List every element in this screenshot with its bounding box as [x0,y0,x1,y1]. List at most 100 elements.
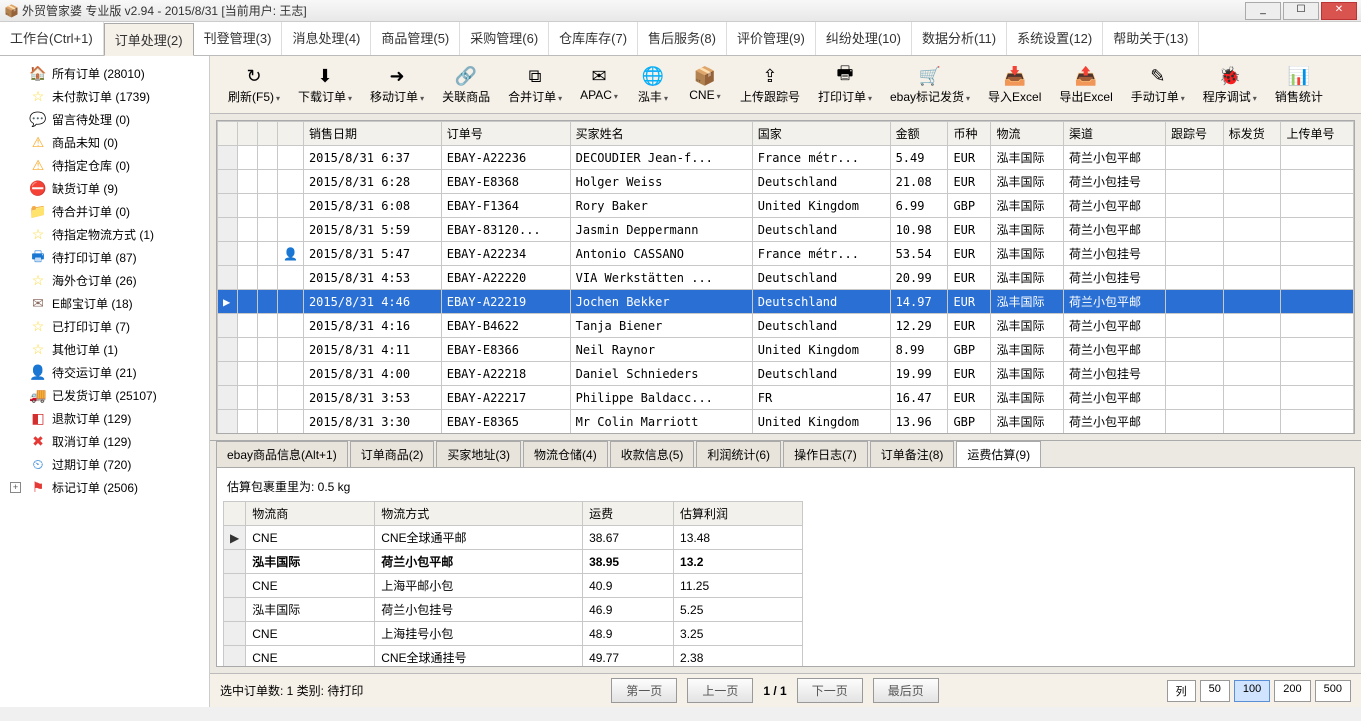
detail-tab-4[interactable]: 收款信息(5) [610,441,695,467]
toolbar-下载订单[interactable]: ⬇下载订单 [290,62,360,107]
next-page-button[interactable]: 下一页 [797,678,863,703]
pagesize-500[interactable]: 500 [1315,680,1351,702]
sidebar-item-11[interactable]: ☆已打印订单 (7) [0,315,209,338]
sidebar-item-15[interactable]: ◧退款订单 (129) [0,407,209,430]
ship-row[interactable]: CNECNE全球通挂号49.772.38 [224,646,803,668]
toolbar-打印订单[interactable]: 🖶打印订单 [810,62,880,107]
close-button[interactable]: ✕ [1321,2,1357,20]
table-row[interactable]: 2015/8/31 4:53EBAY-A22220VIA Werkstätten… [218,266,1354,290]
detail-tab-0[interactable]: ebay商品信息(Alt+1) [216,441,348,467]
table-row[interactable]: 2015/8/31 4:00EBAY-A22218Daniel Schniede… [218,362,1354,386]
toolbar-导出Excel[interactable]: 📤导出Excel [1051,62,1120,107]
toolbar-CNE[interactable]: 📦CNE [680,62,730,107]
toolbar-刷新(F5)[interactable]: ↻刷新(F5) [220,62,288,107]
last-page-button[interactable]: 最后页 [873,678,939,703]
table-row[interactable]: 2015/8/31 6:37EBAY-A22236DECOUDIER Jean-… [218,146,1354,170]
detail-tab-7[interactable]: 订单备注(8) [870,441,955,467]
grid-col[interactable]: 金额 [890,122,948,146]
ship-row[interactable]: CNE上海挂号小包48.93.25 [224,622,803,646]
table-row[interactable]: 2015/8/31 4:16EBAY-B4622Tanja BienerDeut… [218,314,1354,338]
toolbar-销售统计[interactable]: 📊销售统计 [1267,62,1331,107]
menu-tab-0[interactable]: 工作台(Ctrl+1) [0,22,104,55]
table-row[interactable]: 2015/8/31 6:28EBAY-E8368Holger WeissDeut… [218,170,1354,194]
ship-col[interactable]: 物流方式 [375,502,583,526]
tree-expand-icon[interactable]: + [10,482,21,493]
order-grid[interactable]: 销售日期订单号买家姓名国家金额币种物流渠道跟踪号标发货上传单号2015/8/31… [216,120,1355,434]
grid-col[interactable] [278,122,304,146]
menu-tab-10[interactable]: 数据分析(11) [912,22,1007,55]
sidebar-item-13[interactable]: 👤待交运订单 (21) [0,361,209,384]
toolbar-手动订单[interactable]: ✎手动订单 [1123,62,1193,107]
menu-tab-6[interactable]: 仓库库存(7) [549,22,638,55]
toolbar-泓丰[interactable]: 🌐泓丰 [628,62,678,107]
menu-tab-11[interactable]: 系统设置(12) [1007,22,1103,55]
table-row[interactable]: 👤2015/8/31 5:47EBAY-A22234Antonio CASSAN… [218,242,1354,266]
menu-tab-7[interactable]: 售后服务(8) [638,22,727,55]
sidebar-item-9[interactable]: ☆海外仓订单 (26) [0,269,209,292]
sidebar-item-12[interactable]: ☆其他订单 (1) [0,338,209,361]
sidebar-item-14[interactable]: 🚚已发货订单 (25107) [0,384,209,407]
grid-col[interactable] [258,122,278,146]
sidebar-item-17[interactable]: ⏲过期订单 (720) [0,453,209,476]
ship-col[interactable]: 估算利润 [674,502,803,526]
detail-tab-6[interactable]: 操作日志(7) [783,441,868,467]
table-row[interactable]: 2015/8/31 3:53EBAY-A22217Philippe Baldac… [218,386,1354,410]
grid-col[interactable]: 物流 [991,122,1064,146]
menu-tab-2[interactable]: 刊登管理(3) [194,22,283,55]
detail-tab-3[interactable]: 物流仓储(4) [523,441,608,467]
sidebar-item-1[interactable]: ☆未付款订单 (1739) [0,85,209,108]
grid-col[interactable]: 国家 [752,122,890,146]
table-row[interactable]: 2015/8/31 5:59EBAY-83120...Jasmin Depper… [218,218,1354,242]
sidebar-item-6[interactable]: 📁待合并订单 (0) [0,200,209,223]
menu-tab-5[interactable]: 采购管理(6) [460,22,549,55]
ship-row[interactable]: ▶CNECNE全球通平邮38.6713.48 [224,526,803,550]
toolbar-ebay标记发货[interactable]: 🛒ebay标记发货 [882,62,978,107]
grid-col[interactable]: 订单号 [441,122,570,146]
sidebar-item-10[interactable]: ✉E邮宝订单 (18) [0,292,209,315]
toolbar-导入Excel[interactable]: 📥导入Excel [980,62,1049,107]
first-page-button[interactable]: 第一页 [611,678,677,703]
grid-col[interactable]: 渠道 [1063,122,1165,146]
grid-col[interactable]: 跟踪号 [1165,122,1223,146]
toolbar-移动订单[interactable]: ➜移动订单 [362,62,432,107]
ship-col[interactable]: 物流商 [246,502,375,526]
toolbar-APAC[interactable]: ✉APAC [572,62,626,107]
grid-col[interactable]: 币种 [948,122,991,146]
pagesize-100[interactable]: 100 [1234,680,1270,702]
menu-tab-1[interactable]: 订单处理(2) [104,23,194,56]
detail-tab-5[interactable]: 利润统计(6) [696,441,781,467]
sidebar-item-7[interactable]: ☆待指定物流方式 (1) [0,223,209,246]
sidebar-item-2[interactable]: 💬留言待处理 (0) [0,108,209,131]
toolbar-关联商品[interactable]: 🔗关联商品 [434,62,498,107]
grid-col[interactable] [218,122,238,146]
maximize-button[interactable]: ☐ [1283,2,1319,20]
toolbar-上传跟踪号[interactable]: ⇪上传跟踪号 [732,62,808,107]
prev-page-button[interactable]: 上一页 [687,678,753,703]
table-row[interactable]: 2015/8/31 4:11EBAY-E8366Neil RaynorUnite… [218,338,1354,362]
sidebar-item-8[interactable]: 🖶待打印订单 (87) [0,246,209,269]
pagesize-50[interactable]: 50 [1200,680,1230,702]
menu-tab-8[interactable]: 评价管理(9) [727,22,816,55]
sidebar-item-0[interactable]: 🏠所有订单 (28010) [0,62,209,85]
detail-tab-1[interactable]: 订单商品(2) [350,441,435,467]
ship-row[interactable]: 泓丰国际荷兰小包挂号46.95.25 [224,598,803,622]
menu-tab-9[interactable]: 纠纷处理(10) [816,22,912,55]
grid-col[interactable]: 买家姓名 [570,122,752,146]
table-row[interactable]: 2015/8/31 3:18EBAY-F1363Edward GatheralU… [218,434,1354,435]
table-row[interactable]: ▶2015/8/31 4:46EBAY-A22219Jochen BekkerD… [218,290,1354,314]
sidebar-item-5[interactable]: ⛔缺货订单 (9) [0,177,209,200]
ship-row[interactable]: 泓丰国际荷兰小包平邮38.9513.2 [224,550,803,574]
detail-tab-2[interactable]: 买家地址(3) [436,441,521,467]
table-row[interactable]: 2015/8/31 6:08EBAY-F1364Rory BakerUnited… [218,194,1354,218]
grid-col[interactable]: 上传单号 [1281,122,1354,146]
grid-col[interactable] [238,122,258,146]
detail-tab-8[interactable]: 运费估算(9) [956,441,1041,467]
sidebar-item-4[interactable]: ⚠待指定仓库 (0) [0,154,209,177]
ship-row[interactable]: CNE上海平邮小包40.911.25 [224,574,803,598]
ship-col[interactable]: 运费 [583,502,674,526]
menu-tab-12[interactable]: 帮助关于(13) [1103,22,1199,55]
sidebar-item-18[interactable]: +⚑标记订单 (2506) [0,476,209,499]
sidebar-item-3[interactable]: ⚠商品未知 (0) [0,131,209,154]
list-view-button[interactable]: 列 [1167,680,1196,702]
grid-col[interactable]: 标发货 [1223,122,1281,146]
